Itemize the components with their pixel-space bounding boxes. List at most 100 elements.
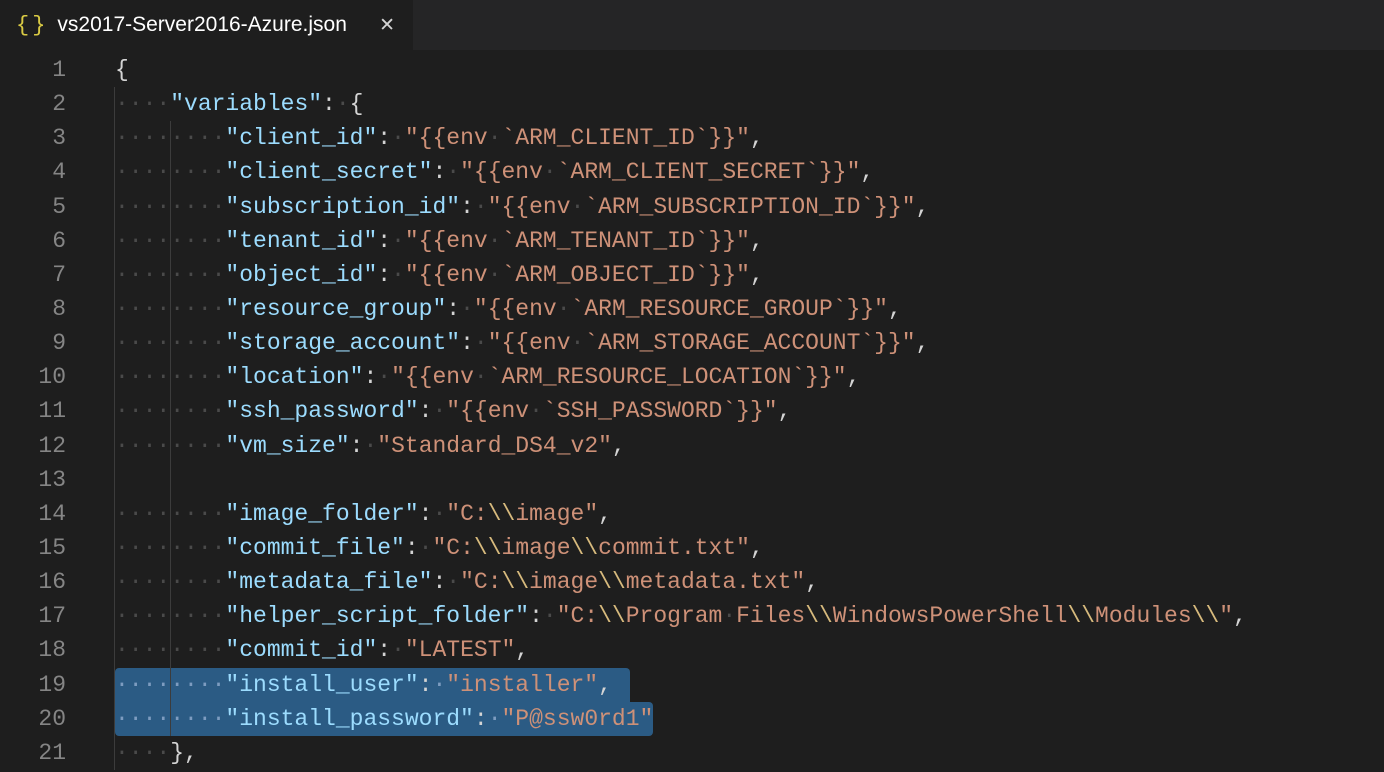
code-text: ········"location":·"{{env·`ARM_RESOURCE… [115, 360, 1384, 394]
token-key: "client_secret" [225, 159, 432, 185]
line-number[interactable]: 3 [0, 121, 66, 155]
token-punct: : [350, 433, 364, 459]
token-str: "C: [557, 603, 598, 629]
token-esc: \\ [805, 603, 833, 629]
code-editor[interactable]: 1{2····"variables":·{3········"client_id… [0, 50, 1384, 772]
code-text: ········"client_id":·"{{env·`ARM_CLIENT_… [115, 121, 1384, 155]
whitespace-dots: · [446, 159, 460, 185]
line-number[interactable]: 14 [0, 497, 66, 531]
code-line[interactable]: 9········"storage_account":·"{{env·`ARM_… [0, 326, 1384, 360]
token-str: "{{env [391, 364, 474, 390]
token-str: Files [736, 603, 805, 629]
close-tab-icon[interactable]: ✕ [375, 12, 399, 38]
line-number[interactable]: 9 [0, 326, 66, 360]
line-number[interactable]: 7 [0, 258, 66, 292]
token-str: image" [515, 501, 598, 527]
line-number[interactable]: 13 [0, 463, 66, 497]
code-line[interactable]: 13 [0, 463, 1384, 497]
whitespace-dots: · [460, 296, 474, 322]
whitespace-dots: · [419, 535, 433, 561]
token-punct: , [847, 364, 861, 390]
token-str: `ARM_SUBSCRIPTION_ID`}}" [584, 194, 915, 220]
code-line[interactable]: 19········"install_user":·"installer", [0, 668, 1384, 702]
whitespace-dots: · [571, 330, 585, 356]
token-punct: : [432, 569, 446, 595]
token-key: "commit_id" [225, 637, 377, 663]
token-str: Modules [1095, 603, 1192, 629]
line-number[interactable]: 20 [0, 702, 66, 736]
code-line[interactable]: 20········"install_password":·"P@ssw0rd1… [0, 702, 1384, 736]
token-key: "helper_script_folder" [225, 603, 529, 629]
token-punct: : [322, 91, 336, 117]
line-number[interactable]: 1 [0, 53, 66, 87]
line-number[interactable]: 16 [0, 565, 66, 599]
whitespace-dots: · [557, 296, 571, 322]
line-number[interactable]: 15 [0, 531, 66, 565]
line-number[interactable]: 17 [0, 599, 66, 633]
whitespace-dots: · [474, 364, 488, 390]
token-str: `ARM_RESOURCE_GROUP`}}" [571, 296, 888, 322]
vscode-window: {} vs2017-Server2016-Azure.json ✕ 1{2···… [0, 0, 1384, 772]
token-punct: , [1233, 603, 1247, 629]
token-str: "{{env [446, 398, 529, 424]
token-str: "{{env [474, 296, 557, 322]
token-punct: , [860, 159, 874, 185]
token-esc: \\ [488, 501, 516, 527]
token-punct: , [805, 569, 819, 595]
code-line[interactable]: 15········"commit_file":·"C:\\image\\com… [0, 531, 1384, 565]
token-key: "variables" [170, 91, 322, 117]
token-punct: , [916, 330, 930, 356]
whitespace-dots: · [571, 194, 585, 220]
token-key: "install_user" [225, 672, 418, 698]
code-line[interactable]: 2····"variables":·{ [0, 87, 1384, 121]
code-line[interactable]: 7········"object_id":·"{{env·`ARM_OBJECT… [0, 258, 1384, 292]
token-str: image [529, 569, 598, 595]
token-punct: , [750, 228, 764, 254]
code-line[interactable]: 10 ········"location":·"{{env·`ARM_RESOUR… [0, 360, 1384, 394]
token-str: "{{env [488, 194, 571, 220]
token-str: image [502, 535, 571, 561]
token-punct: : [419, 398, 433, 424]
code-line[interactable]: 5········"subscription_id":·"{{env·`ARM_… [0, 190, 1384, 224]
code-line[interactable]: 14········"image_folder":·"C:\\image", [0, 497, 1384, 531]
line-number[interactable]: 8 [0, 292, 66, 326]
token-str: `ARM_RESOURCE_LOCATION`}}" [488, 364, 847, 390]
code-line[interactable]: 4········"client_secret":·"{{env·`ARM_CL… [0, 155, 1384, 189]
code-line[interactable]: 12········"vm_size":·"Standard_DS4_v2", [0, 429, 1384, 463]
line-number[interactable]: 21 [0, 736, 66, 770]
code-line[interactable]: 6········"tenant_id":·"{{env·`ARM_TENANT… [0, 224, 1384, 258]
line-number[interactable]: 5 [0, 190, 66, 224]
code-line[interactable]: 8········"resource_group":·"{{env·`ARM_R… [0, 292, 1384, 326]
code-line[interactable]: 17········"helper_script_folder":·"C:\\P… [0, 599, 1384, 633]
whitespace-dots: ···· [115, 740, 170, 766]
code-line[interactable]: 21 ····}, [0, 736, 1384, 770]
tab-vs2017-server2016-azure-json[interactable]: {} vs2017-Server2016-Azure.json ✕ [0, 0, 413, 50]
line-number[interactable]: 18 [0, 633, 66, 667]
token-str: metadata.txt" [626, 569, 805, 595]
code-line[interactable]: 3 ········"client_id":·"{{env·`ARM_CLIENT… [0, 121, 1384, 155]
token-esc: \\ [474, 535, 502, 561]
token-punct: , [888, 296, 902, 322]
whitespace-dots: · [391, 262, 405, 288]
token-punct: { [350, 91, 364, 117]
token-esc: \\ [598, 603, 626, 629]
code-text: ····}, [115, 736, 1384, 770]
line-number[interactable]: 19 [0, 668, 66, 702]
code-line[interactable]: 18········"commit_id":·"LATEST", [0, 633, 1384, 667]
line-number[interactable]: 4 [0, 155, 66, 189]
token-str: "{{env [405, 125, 488, 151]
code-line[interactable]: 11········"ssh_password":·"{{env·`SSH_PA… [0, 394, 1384, 428]
token-str: `ARM_TENANT_ID`}}" [502, 228, 750, 254]
whitespace-dots: · [488, 125, 502, 151]
code-line[interactable]: 16········"metadata_file":·"C:\\image\\m… [0, 565, 1384, 599]
line-number[interactable]: 12 [0, 429, 66, 463]
token-key: "image_folder" [225, 501, 418, 527]
line-number[interactable]: 2 [0, 87, 66, 121]
line-number[interactable]: 11 [0, 394, 66, 428]
token-punct: : [419, 672, 433, 698]
code-line[interactable]: 1{ [0, 53, 1384, 87]
line-number[interactable]: 6 [0, 224, 66, 258]
line-number[interactable]: 10 [0, 360, 66, 394]
token-punct: : [460, 194, 474, 220]
token-punct: : [432, 159, 446, 185]
